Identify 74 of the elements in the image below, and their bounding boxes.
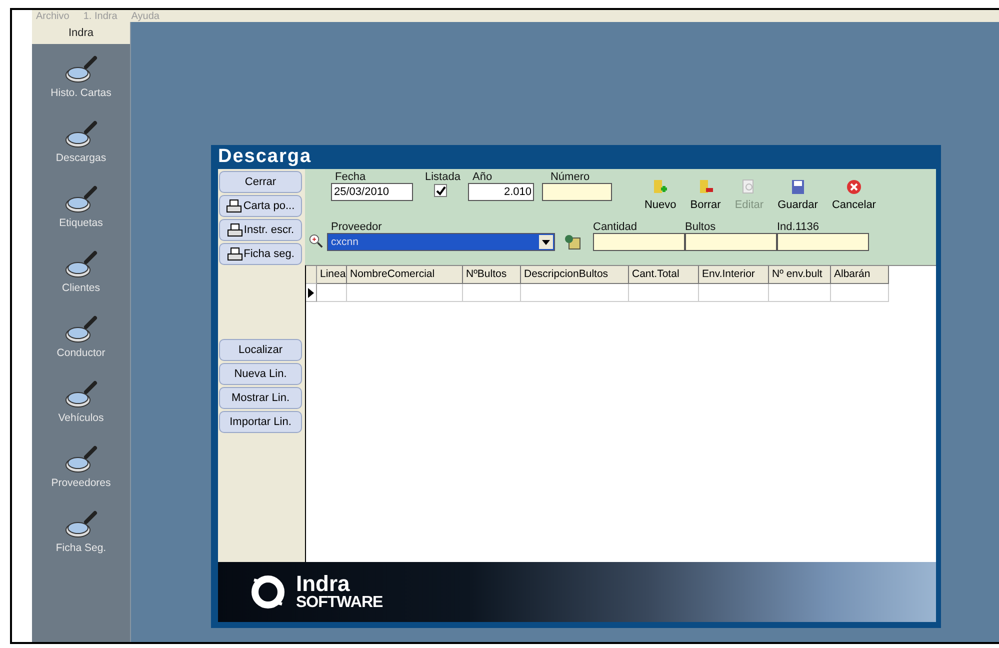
magnifier-icon[interactable] [64, 250, 98, 280]
column-header[interactable]: Albarán [831, 266, 889, 284]
brand-subtitle: SOFTWARE [296, 595, 383, 611]
field-label: Ind.1136 [777, 221, 820, 233]
field-label: Listada [424, 171, 460, 183]
sidebar-item[interactable]: Clientes [62, 282, 100, 294]
toolbar-button[interactable]: Cancelar [832, 179, 876, 211]
table-cell[interactable] [347, 284, 463, 302]
year-field[interactable]: 2.010 [468, 183, 534, 201]
side-button[interactable]: Instr. escr. [219, 219, 302, 241]
sidebar-item[interactable]: Conductor [56, 347, 106, 359]
side-button[interactable]: Carta po... [219, 195, 302, 217]
add-icon [652, 179, 668, 195]
column-header[interactable]: Nº env.bult [769, 266, 831, 284]
line-button[interactable]: Importar Lin. [219, 411, 302, 433]
column-header[interactable]: Env.Interior [699, 266, 769, 284]
line-button[interactable]: Localizar [219, 339, 302, 361]
column-header[interactable]: Linea [317, 266, 347, 284]
sidebar-item[interactable]: Vehículos [58, 412, 104, 424]
table-cell[interactable] [831, 284, 889, 302]
printer-icon [226, 247, 243, 261]
column-header[interactable]: Cant.Total [629, 266, 699, 284]
field-label: Proveedor [330, 221, 383, 233]
supplier-dropdown[interactable]: cxcnn [327, 233, 555, 251]
sidebar-header: Indra [32, 22, 130, 44]
magnifier-icon[interactable] [64, 120, 98, 150]
total-field[interactable] [777, 233, 869, 251]
total-field[interactable] [593, 233, 685, 251]
printer-icon [226, 199, 242, 213]
table-cell[interactable] [463, 284, 521, 302]
total-field[interactable] [685, 233, 777, 251]
cancel-icon [846, 179, 862, 195]
toolbar-button[interactable]: Guardar [778, 179, 818, 211]
toolbar-button[interactable]: Nuevo [644, 179, 676, 211]
magnifier-icon[interactable] [64, 380, 98, 410]
magnifier-icon[interactable] [64, 315, 98, 345]
brand-name: Indra [296, 573, 350, 595]
field-label: Cantidad [593, 221, 638, 233]
printer-icon [226, 223, 243, 237]
table-cell[interactable] [521, 284, 629, 302]
date-field[interactable]: 25/03/2010 [331, 183, 413, 201]
save-icon [790, 179, 806, 195]
sidebar-item[interactable]: Descargas [56, 152, 106, 164]
sidebar-item[interactable]: Ficha Seg. [56, 542, 106, 554]
dialog-title: Descarga [218, 147, 313, 169]
column-header[interactable]: NºBultos [463, 266, 521, 284]
magnifier-icon[interactable] [64, 510, 98, 540]
field-label: Bultos [685, 221, 717, 233]
sidebar-item[interactable]: Proveedores [51, 477, 111, 489]
magnifier-icon[interactable] [64, 55, 98, 85]
column-header[interactable]: NombreComercial [347, 266, 463, 284]
caret-icon [542, 240, 550, 244]
table-cell[interactable] [769, 284, 831, 302]
magnifier-icon[interactable] [64, 445, 98, 475]
sidebar-item[interactable]: Histo. Cartas [50, 87, 112, 99]
field-label: Fecha [334, 171, 367, 183]
side-button[interactable]: Cerrar [219, 171, 302, 193]
search-icon[interactable] [309, 234, 323, 248]
line-button[interactable]: Nueva Lin. [219, 363, 302, 385]
column-header[interactable]: DescripcionBultos [521, 266, 629, 284]
corner-cell [306, 266, 317, 284]
field-label: Año [471, 171, 494, 183]
table-cell[interactable] [629, 284, 699, 302]
line-button[interactable]: Mostrar Lin. [219, 387, 302, 409]
side-button[interactable]: Ficha seg. [219, 243, 302, 265]
table-cell[interactable] [317, 284, 347, 302]
sidebar-item[interactable]: Etiquetas [59, 217, 103, 229]
remove-icon [698, 179, 714, 195]
magnifier-icon[interactable] [64, 185, 98, 215]
toolbar-button[interactable]: Borrar [690, 179, 721, 211]
number-field[interactable] [542, 183, 612, 201]
table-cell[interactable] [699, 284, 769, 302]
listada-checkbox[interactable] [434, 184, 448, 197]
field-label: Número [549, 171, 591, 183]
